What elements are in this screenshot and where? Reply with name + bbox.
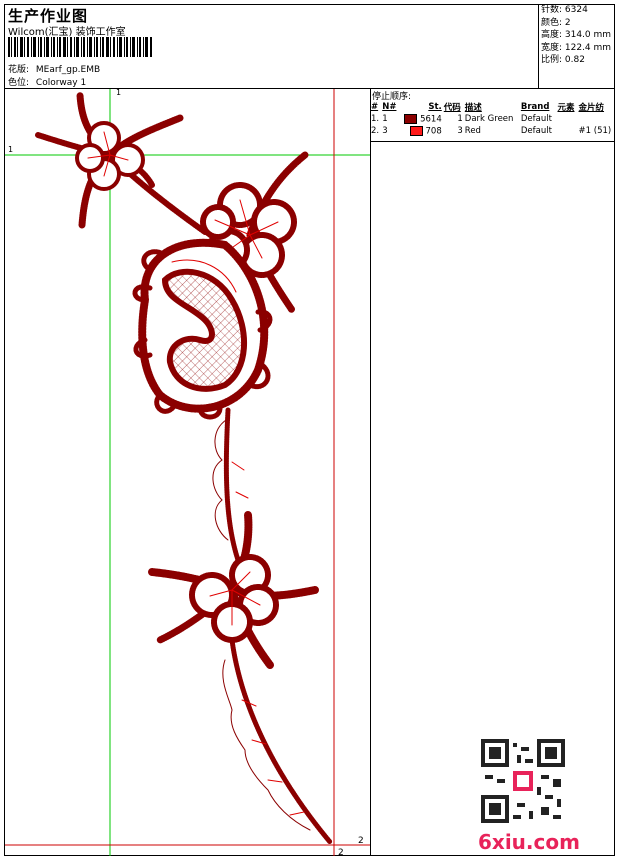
row-brand: Default xyxy=(520,126,552,136)
stem xyxy=(212,407,249,563)
row-needle: 1 xyxy=(382,114,388,124)
col-index: # xyxy=(371,102,379,112)
row-description: Dark Green xyxy=(464,114,514,124)
row-code: 3 xyxy=(457,126,463,136)
colorway-value: Colorway 1 xyxy=(35,78,87,88)
row-element xyxy=(556,125,577,137)
paisley-motif xyxy=(132,238,273,420)
colorway-label: 色位: xyxy=(8,78,30,88)
col-sequin: 金片纺 xyxy=(578,103,605,113)
row-sequin xyxy=(578,113,616,125)
start-marker-top: 1 xyxy=(116,89,121,97)
stat-stitches: 针数: 6324 xyxy=(541,5,588,15)
flower-top xyxy=(35,91,208,235)
color-swatch xyxy=(409,125,423,136)
embroidery-design: 1 1 2 2 xyxy=(5,89,370,856)
row-stitches: 708 xyxy=(399,125,443,137)
sequence-table: # N# St. 代码 描述 Brand 元素 金片纺 1. 1 5614 1 … xyxy=(370,101,616,137)
table-row: 1. 1 5614 1 Dark Green Default xyxy=(370,113,616,125)
design-value: MEarf_gp.EMB xyxy=(35,65,101,75)
watermark-text: 6xiu.com xyxy=(478,830,580,854)
panel-divider xyxy=(370,88,371,856)
barcode xyxy=(8,37,152,57)
row-description: Red xyxy=(464,126,481,136)
row-brand: Default xyxy=(520,114,552,124)
col-description: 描述 xyxy=(464,103,482,113)
design-row: 花版: MEarf_gp.EMB xyxy=(8,62,100,75)
row-sequin: #1 (51) xyxy=(578,126,612,136)
stat-colors: 颜色: 2 xyxy=(541,17,571,28)
end-marker-bottom: 2 xyxy=(338,848,344,856)
stem-lower xyxy=(222,637,333,845)
stitch-count: 5614 xyxy=(420,114,442,125)
col-brand: Brand xyxy=(520,102,550,112)
col-code: 代码 xyxy=(443,103,461,113)
row-stitches: 5614 xyxy=(399,113,443,125)
start-marker-left: 1 xyxy=(8,145,13,154)
row-element xyxy=(556,113,577,125)
end-marker-right: 2 xyxy=(358,836,364,846)
stat-width: 宽度: 122.4 mm xyxy=(541,42,612,53)
row-index: 1. xyxy=(371,114,380,124)
stat-height: 高度: 314.0 mm xyxy=(541,30,612,41)
col-needle: N# xyxy=(382,102,397,112)
qr-code-watermark xyxy=(481,739,565,823)
row-needle: 3 xyxy=(382,126,388,136)
sequence-header-row: # N# St. 代码 描述 Brand 元素 金片纺 xyxy=(370,101,616,113)
colorway-row: 色位: Colorway 1 xyxy=(8,75,86,88)
stats-divider xyxy=(538,4,539,88)
table-row: 2. 3 708 3 Red Default #1 (51) xyxy=(370,125,616,137)
design-stats: 针数: 6324 颜色: 2 高度: 314.0 mm 宽度: 122.4 mm… xyxy=(541,4,611,67)
col-element: 元素 xyxy=(557,103,575,113)
row-code: 1 xyxy=(457,114,463,124)
company-name: Wilcom(汇宝) 装饰工作室 xyxy=(8,27,126,38)
stitch-count: 708 xyxy=(425,126,442,137)
sequence-divider xyxy=(370,141,615,142)
design-label: 花版: xyxy=(8,65,30,75)
col-stitches: St. xyxy=(428,102,442,112)
row-index: 2. xyxy=(371,126,380,136)
color-swatch xyxy=(404,113,418,124)
stat-scale: 比例: 0.82 xyxy=(541,55,585,66)
